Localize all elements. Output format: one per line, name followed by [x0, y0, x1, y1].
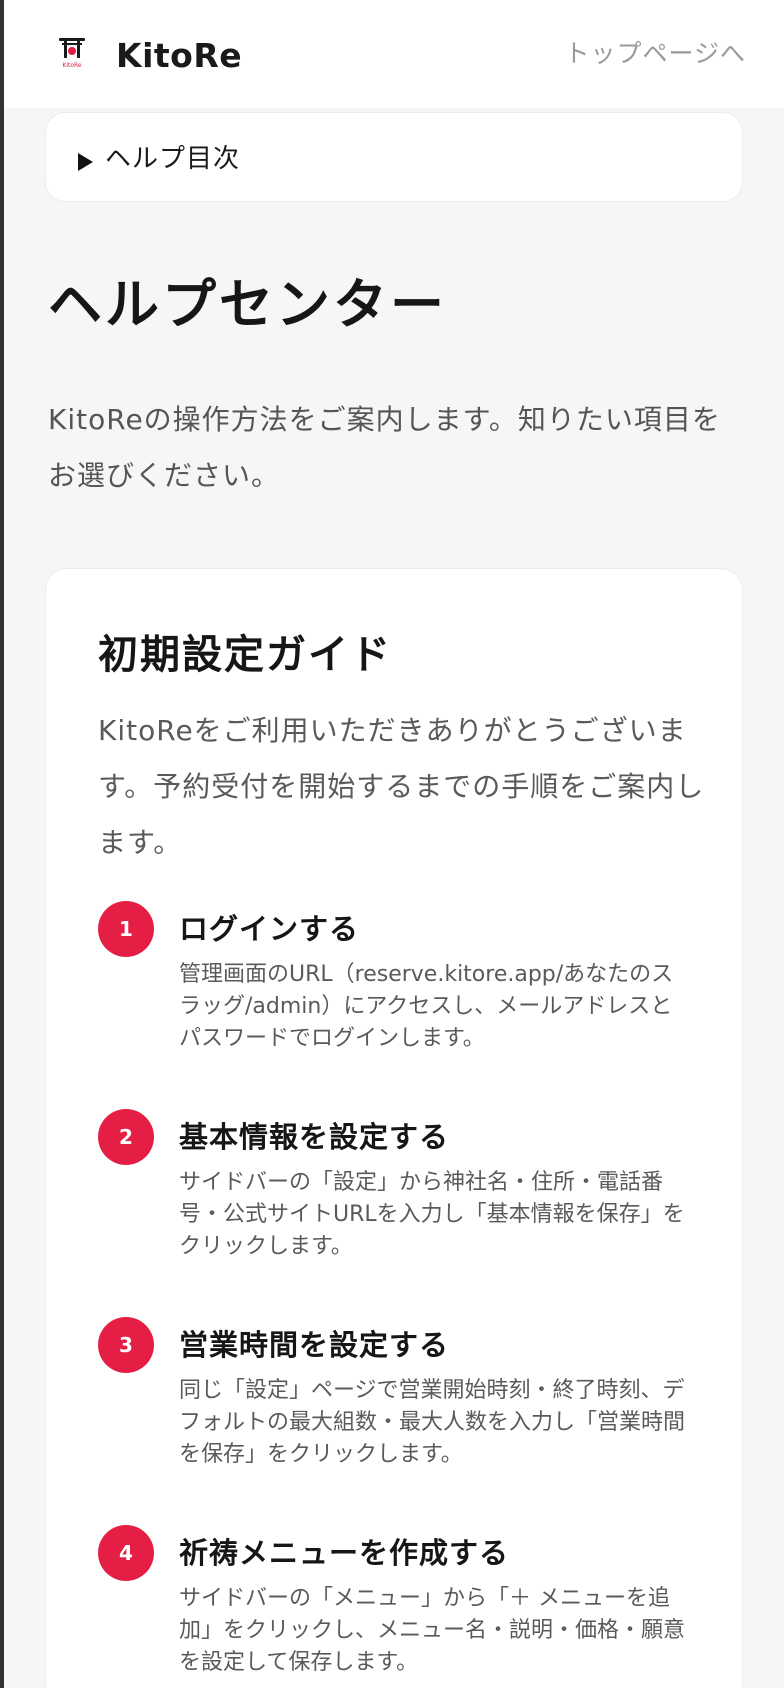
guide-title: 初期設定ガイド [98, 632, 392, 678]
step-title: 祈祷メニューを作成する [179, 1536, 510, 1570]
logo-text: KitoRe [62, 62, 82, 69]
step-title: ログインする [179, 912, 360, 946]
brand-name[interactable]: KitoRe [116, 34, 242, 78]
help-page: KitoRe KitoRe トップページへ ヘルプ目次 ヘルプセンター Kito… [4, 0, 784, 1688]
step-description: 同じ「設定」ページで営業開始時刻・終了時刻、デフォルトの最大組数・最大人数を入力… [179, 1378, 686, 1467]
guide-description: KitoReをご利用いただきありがとうございます。予約受付を開始するまでの手順を… [98, 714, 705, 859]
page-title: ヘルプセンター [48, 273, 447, 336]
step-number-badge: 2 [98, 1109, 154, 1165]
triangle-right-icon [78, 153, 93, 171]
top-page-link[interactable]: トップページへ [564, 36, 746, 72]
torii-gate-icon[interactable]: KitoRe [58, 36, 86, 70]
page-intro: KitoReの操作方法をご案内します。知りたい項目をお選びください。 [48, 403, 721, 492]
step-number-badge: 3 [98, 1317, 154, 1373]
site-header: KitoRe KitoRe トップページへ [4, 0, 784, 108]
step-description: サイドバーの「設定」から神社名・住所・電話番号・公式サイトURLを入力し「基本情… [179, 1170, 685, 1259]
step-title: 営業時間を設定する [179, 1328, 450, 1362]
step-description: 管理画面のURL（reserve.kitore.app/あなたのスラッグ/adm… [179, 962, 674, 1051]
step-description: サイドバーの「メニュー」から「＋ メニューを追加」をクリックし、メニュー名・説明… [179, 1586, 686, 1675]
step-title: 基本情報を設定する [179, 1120, 450, 1154]
help-toc-toggle[interactable]: ヘルプ目次 [45, 112, 743, 202]
help-toc-label: ヘルプ目次 [105, 144, 241, 174]
step-number-badge: 4 [98, 1525, 154, 1581]
step-number-badge: 1 [98, 901, 154, 957]
setup-guide-card: 初期設定ガイド KitoReをご利用いただきありがとうございます。予約受付を開始… [45, 568, 743, 1688]
